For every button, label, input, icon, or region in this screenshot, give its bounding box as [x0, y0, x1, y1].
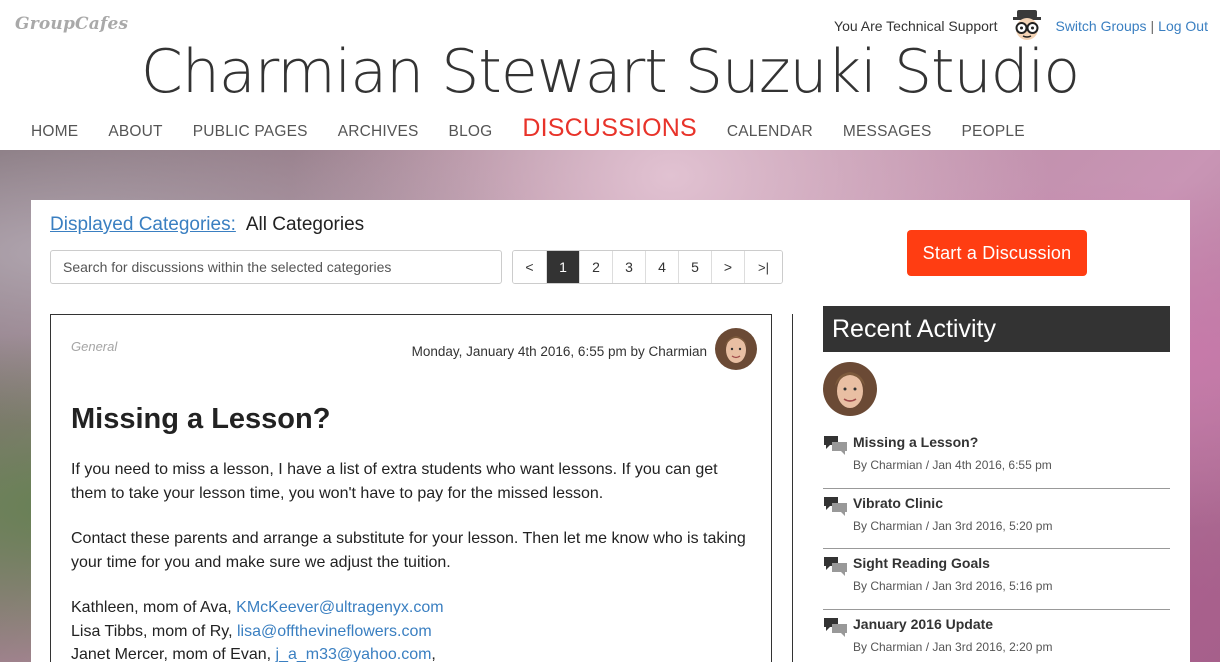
contact-email-link[interactable]: lisa@offthevineflowers.com — [237, 623, 432, 640]
chat-bubbles-icon — [824, 557, 847, 576]
chat-bubbles-icon — [824, 436, 847, 455]
discussion-body: If you need to miss a lesson, I have a l… — [71, 458, 751, 662]
page-4-button[interactable]: 4 — [645, 251, 678, 283]
categories-value: All Categories — [245, 214, 365, 235]
recent-activity-heading: Recent Activity — [823, 306, 1170, 352]
category-filter: Displayed Categories: All Categories — [50, 214, 364, 236]
page-2-button[interactable]: 2 — [579, 251, 612, 283]
nav-blog[interactable]: BLOG — [449, 123, 493, 141]
recent-activity-list: Missing a Lesson? By Charmian / Jan 4th … — [823, 428, 1170, 662]
discussion-meta: Monday, January 4th 2016, 6:55 pm by Cha… — [411, 344, 707, 359]
contact-name: Kathleen, mom of Ava, — [71, 599, 237, 616]
nav-people[interactable]: PEOPLE — [962, 123, 1025, 141]
activity-title[interactable]: Vibrato Clinic — [853, 495, 943, 511]
site-title: Charmian Stewart Suzuki Studio — [140, 37, 1080, 107]
body-paragraph: If you need to miss a lesson, I have a l… — [71, 461, 718, 502]
nav-calendar[interactable]: CALENDAR — [727, 123, 813, 141]
groupcafes-logo[interactable]: GroupCafes — [15, 14, 128, 34]
activity-item[interactable]: Sight Reading Goals By Charmian / Jan 3r… — [823, 549, 1170, 610]
page-next-button[interactable]: > — [711, 251, 744, 283]
nav-discussions[interactable]: DISCUSSIONS — [522, 114, 696, 143]
contact-email-link[interactable]: j_a_m33@yahoo.com — [276, 646, 432, 662]
activity-meta: By Charmian / Jan 3rd 2016, 2:20 pm — [853, 639, 1053, 654]
log-out-link[interactable]: Log Out — [1158, 18, 1208, 34]
page-last-button[interactable]: >| — [744, 251, 782, 283]
pagination: < 1 2 3 4 5 > >| — [512, 250, 783, 284]
activity-item[interactable]: Missing a Lesson? By Charmian / Jan 4th … — [823, 428, 1170, 489]
nav-archives[interactable]: ARCHIVES — [338, 123, 419, 141]
activity-meta: By Charmian / Jan 3rd 2016, 5:16 pm — [853, 579, 1053, 593]
page-prev-button[interactable]: < — [513, 251, 546, 283]
displayed-categories-link[interactable]: Displayed Categories: — [50, 214, 236, 236]
start-discussion-button[interactable]: Start a Discussion — [907, 230, 1087, 276]
activity-meta: By Charmian / Jan 4th 2016, 6:55 pm — [853, 458, 1052, 472]
site-header: GroupCafes You Are Technical Support Swi… — [0, 0, 1220, 150]
page-1-button[interactable]: 1 — [546, 251, 579, 283]
switch-groups-link[interactable]: Switch Groups — [1055, 18, 1146, 34]
discussion-title[interactable]: Missing a Lesson? — [71, 403, 330, 436]
nav-about[interactable]: ABOUT — [108, 123, 162, 141]
chat-bubbles-icon — [824, 496, 847, 516]
contact-line: Kathleen, mom of Ava, KMcKeever@ultragen… — [71, 596, 751, 620]
activity-meta: By Charmian / Jan 3rd 2016, 5:20 pm — [853, 518, 1053, 533]
page-3-button[interactable]: 3 — [612, 251, 645, 283]
nav-public-pages[interactable]: PUBLIC PAGES — [193, 123, 308, 141]
nav-messages[interactable]: MESSAGES — [843, 123, 932, 141]
body-paragraph: Contact these parents and arrange a subs… — [71, 530, 746, 571]
activity-title[interactable]: January 2016 Update — [853, 616, 993, 632]
contact-suffix: , — [431, 646, 436, 662]
contact-line: Janet Mercer, mom of Evan, j_a_m33@yahoo… — [71, 643, 751, 662]
contact-name: Lisa Tibbs, mom of Ry, — [71, 622, 237, 640]
author-avatar[interactable] — [715, 328, 757, 370]
discussion-search-input[interactable] — [50, 250, 502, 284]
discussion-card: General Monday, January 4th 2016, 6:55 p… — [50, 314, 772, 662]
chat-bubbles-icon — [824, 617, 847, 637]
activity-title[interactable]: Missing a Lesson? — [853, 434, 978, 450]
activity-title[interactable]: Sight Reading Goals — [853, 555, 990, 571]
user-role-text: You Are Technical Support — [834, 18, 998, 34]
contact-line: Lisa Tibbs, mom of Ry, lisa@offthevinefl… — [71, 620, 751, 644]
activity-item[interactable]: Vibrato Clinic By Charmian / Jan 3rd 201… — [823, 489, 1170, 549]
contact-email-link[interactable]: KMcKeever@ultragenyx.com — [236, 599, 443, 616]
nav-home[interactable]: HOME — [31, 123, 78, 141]
activity-item[interactable]: January 2016 Update By Charmian / Jan 3r… — [823, 610, 1170, 662]
user-bar-separator: | — [1150, 18, 1155, 34]
discussions-panel: Displayed Categories: All Categories < 1… — [31, 200, 1190, 662]
contact-name: Janet Mercer, mom of Evan, — [71, 646, 276, 662]
discussion-category: General — [71, 339, 118, 354]
page-5-button[interactable]: 5 — [678, 251, 711, 283]
column-divider — [792, 314, 793, 662]
main-nav: HOME ABOUT PUBLIC PAGES ARCHIVES BLOG DI… — [31, 114, 1055, 143]
recent-author-avatar[interactable] — [823, 362, 877, 416]
